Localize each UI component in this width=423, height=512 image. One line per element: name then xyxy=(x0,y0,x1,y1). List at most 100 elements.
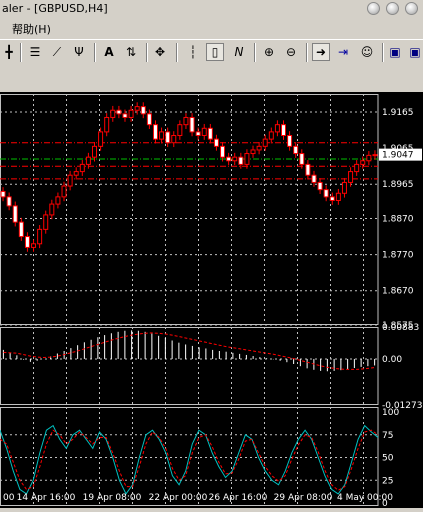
grid-icon[interactable]: ☰ xyxy=(26,43,44,61)
candle-body xyxy=(317,181,323,191)
candle-body xyxy=(372,154,378,157)
candle-body xyxy=(159,131,165,140)
candle-body xyxy=(195,131,201,137)
toolbar-separator xyxy=(306,43,308,62)
candle-body xyxy=(146,113,152,126)
candle-body xyxy=(43,214,49,230)
toolbar: ╋ ☰ ⟋ Ψ A ⇅ ✥ ┆ ▯ N ⊕ ⊖ ➜ ⇥ ☺ ▣ ▣ xyxy=(0,39,423,67)
candle-body xyxy=(244,153,250,165)
candle-body xyxy=(189,116,195,133)
stoch-signal-line xyxy=(0,429,379,491)
current-price-label: 1.9047 xyxy=(382,151,414,161)
candle-body xyxy=(207,127,213,140)
candle-body xyxy=(0,190,6,198)
candle-body xyxy=(335,192,341,201)
title-bar: aler - [GBPUSD,H4] xyxy=(0,0,423,18)
candle-body xyxy=(268,131,274,140)
time-axis-label: 26 Apr 16:00 xyxy=(209,493,268,503)
chart-window[interactable]: 1.9165 1.8965 1.8870 1.8770 1.8670 1.8575 1.90… xyxy=(0,92,423,509)
candle-body xyxy=(299,153,305,165)
candle-body xyxy=(104,116,110,133)
expert-icon[interactable]: ☺ xyxy=(358,43,376,61)
toolbar-separator xyxy=(254,43,256,62)
candle-body xyxy=(226,156,232,162)
candle-body xyxy=(134,106,140,111)
candle-body xyxy=(305,163,311,176)
close-button[interactable] xyxy=(405,2,418,15)
price-axis-label: 1.8965 xyxy=(382,180,414,190)
candle-body xyxy=(6,196,12,207)
menu-bar: 帮助(H) xyxy=(0,19,423,54)
candle-body xyxy=(61,185,67,198)
candle-body xyxy=(37,228,43,245)
candle-body xyxy=(85,156,91,165)
candle-body xyxy=(311,174,317,183)
lines-icon[interactable]: ⟋ xyxy=(48,43,66,61)
candle-body xyxy=(232,156,238,162)
candle-body xyxy=(67,174,73,187)
candle-body xyxy=(92,145,97,158)
macd-axis-label: 0.00 xyxy=(382,355,402,365)
maximize-button[interactable] xyxy=(386,2,399,15)
candle-body xyxy=(213,138,219,147)
candle-body xyxy=(256,145,262,151)
bar-chart-icon[interactable]: ┆ xyxy=(184,43,202,61)
candle-body xyxy=(220,145,226,158)
candle-body xyxy=(140,106,146,115)
line-chart-icon[interactable]: N xyxy=(230,43,248,61)
chart-tab-area xyxy=(0,66,423,92)
arrows-icon[interactable]: ⇅ xyxy=(122,43,140,61)
candle-body xyxy=(341,181,347,194)
macd-signal-line xyxy=(3,332,375,370)
candle-body xyxy=(238,156,244,165)
candle-body xyxy=(281,124,286,137)
menu-help[interactable]: 帮助(H) xyxy=(12,21,51,37)
chart-shift-icon[interactable]: ⇥ xyxy=(334,43,352,61)
candle-body xyxy=(110,109,116,118)
stoch-axis-label: 75 xyxy=(382,431,393,441)
price-axis-label: 1.9165 xyxy=(382,108,414,118)
candle-body xyxy=(116,109,122,115)
zoom-in-icon[interactable]: ⊕ xyxy=(260,43,278,61)
crosshair-icon[interactable]: ╋ xyxy=(0,43,18,61)
candle-body xyxy=(262,138,268,147)
toolbar-separator xyxy=(382,43,384,62)
time-axis-label: 14 Apr 16:00 xyxy=(17,493,76,503)
price-axis-label: 1.8770 xyxy=(382,251,414,261)
candle-body xyxy=(49,203,55,216)
fan-icon[interactable]: Ψ xyxy=(70,43,88,61)
candle-body xyxy=(18,221,24,238)
time-axis-label: 29 Apr 08:00 xyxy=(274,493,333,503)
time-axis-label: 19 Apr 08:00 xyxy=(83,493,142,503)
stoch-main-line xyxy=(0,424,379,495)
time-axis-label: 22 Apr 00:00 xyxy=(149,493,208,503)
stoch-axis-label: 25 xyxy=(382,476,393,486)
candle-body xyxy=(183,116,189,126)
candle-body xyxy=(165,131,171,144)
text-icon[interactable]: A xyxy=(100,43,118,61)
candle-body xyxy=(171,135,177,144)
macd-axis-label: 0.00883 xyxy=(382,323,419,333)
zoom-out-icon[interactable]: ⊖ xyxy=(282,43,300,61)
candle-chart-icon[interactable]: ▯ xyxy=(206,43,224,61)
toolbar-separator xyxy=(176,43,178,62)
candle-body xyxy=(201,127,207,137)
chart-canvas[interactable]: 1.91651.89651.88701.87701.86701.85751.90… xyxy=(0,92,423,509)
candle-body xyxy=(360,160,366,165)
candle-body xyxy=(250,149,256,155)
window-icon[interactable]: ▣ xyxy=(406,43,423,61)
candle-body xyxy=(329,196,335,201)
window-title: aler - [GBPUSD,H4] xyxy=(2,2,108,15)
candle-body xyxy=(293,145,299,155)
fractal-icon[interactable]: ✥ xyxy=(151,43,169,61)
toolbar-separator xyxy=(146,43,148,62)
minimize-button[interactable] xyxy=(367,2,380,15)
autoscroll-icon[interactable]: ➜ xyxy=(312,43,330,61)
candle-body xyxy=(122,113,128,118)
candle-body xyxy=(177,124,183,137)
price-axis-label: 1.8870 xyxy=(382,215,414,225)
candle-body xyxy=(79,163,85,173)
period-icon[interactable]: ▣ xyxy=(386,43,404,61)
candle-body xyxy=(128,109,134,118)
candle-body xyxy=(354,163,360,173)
